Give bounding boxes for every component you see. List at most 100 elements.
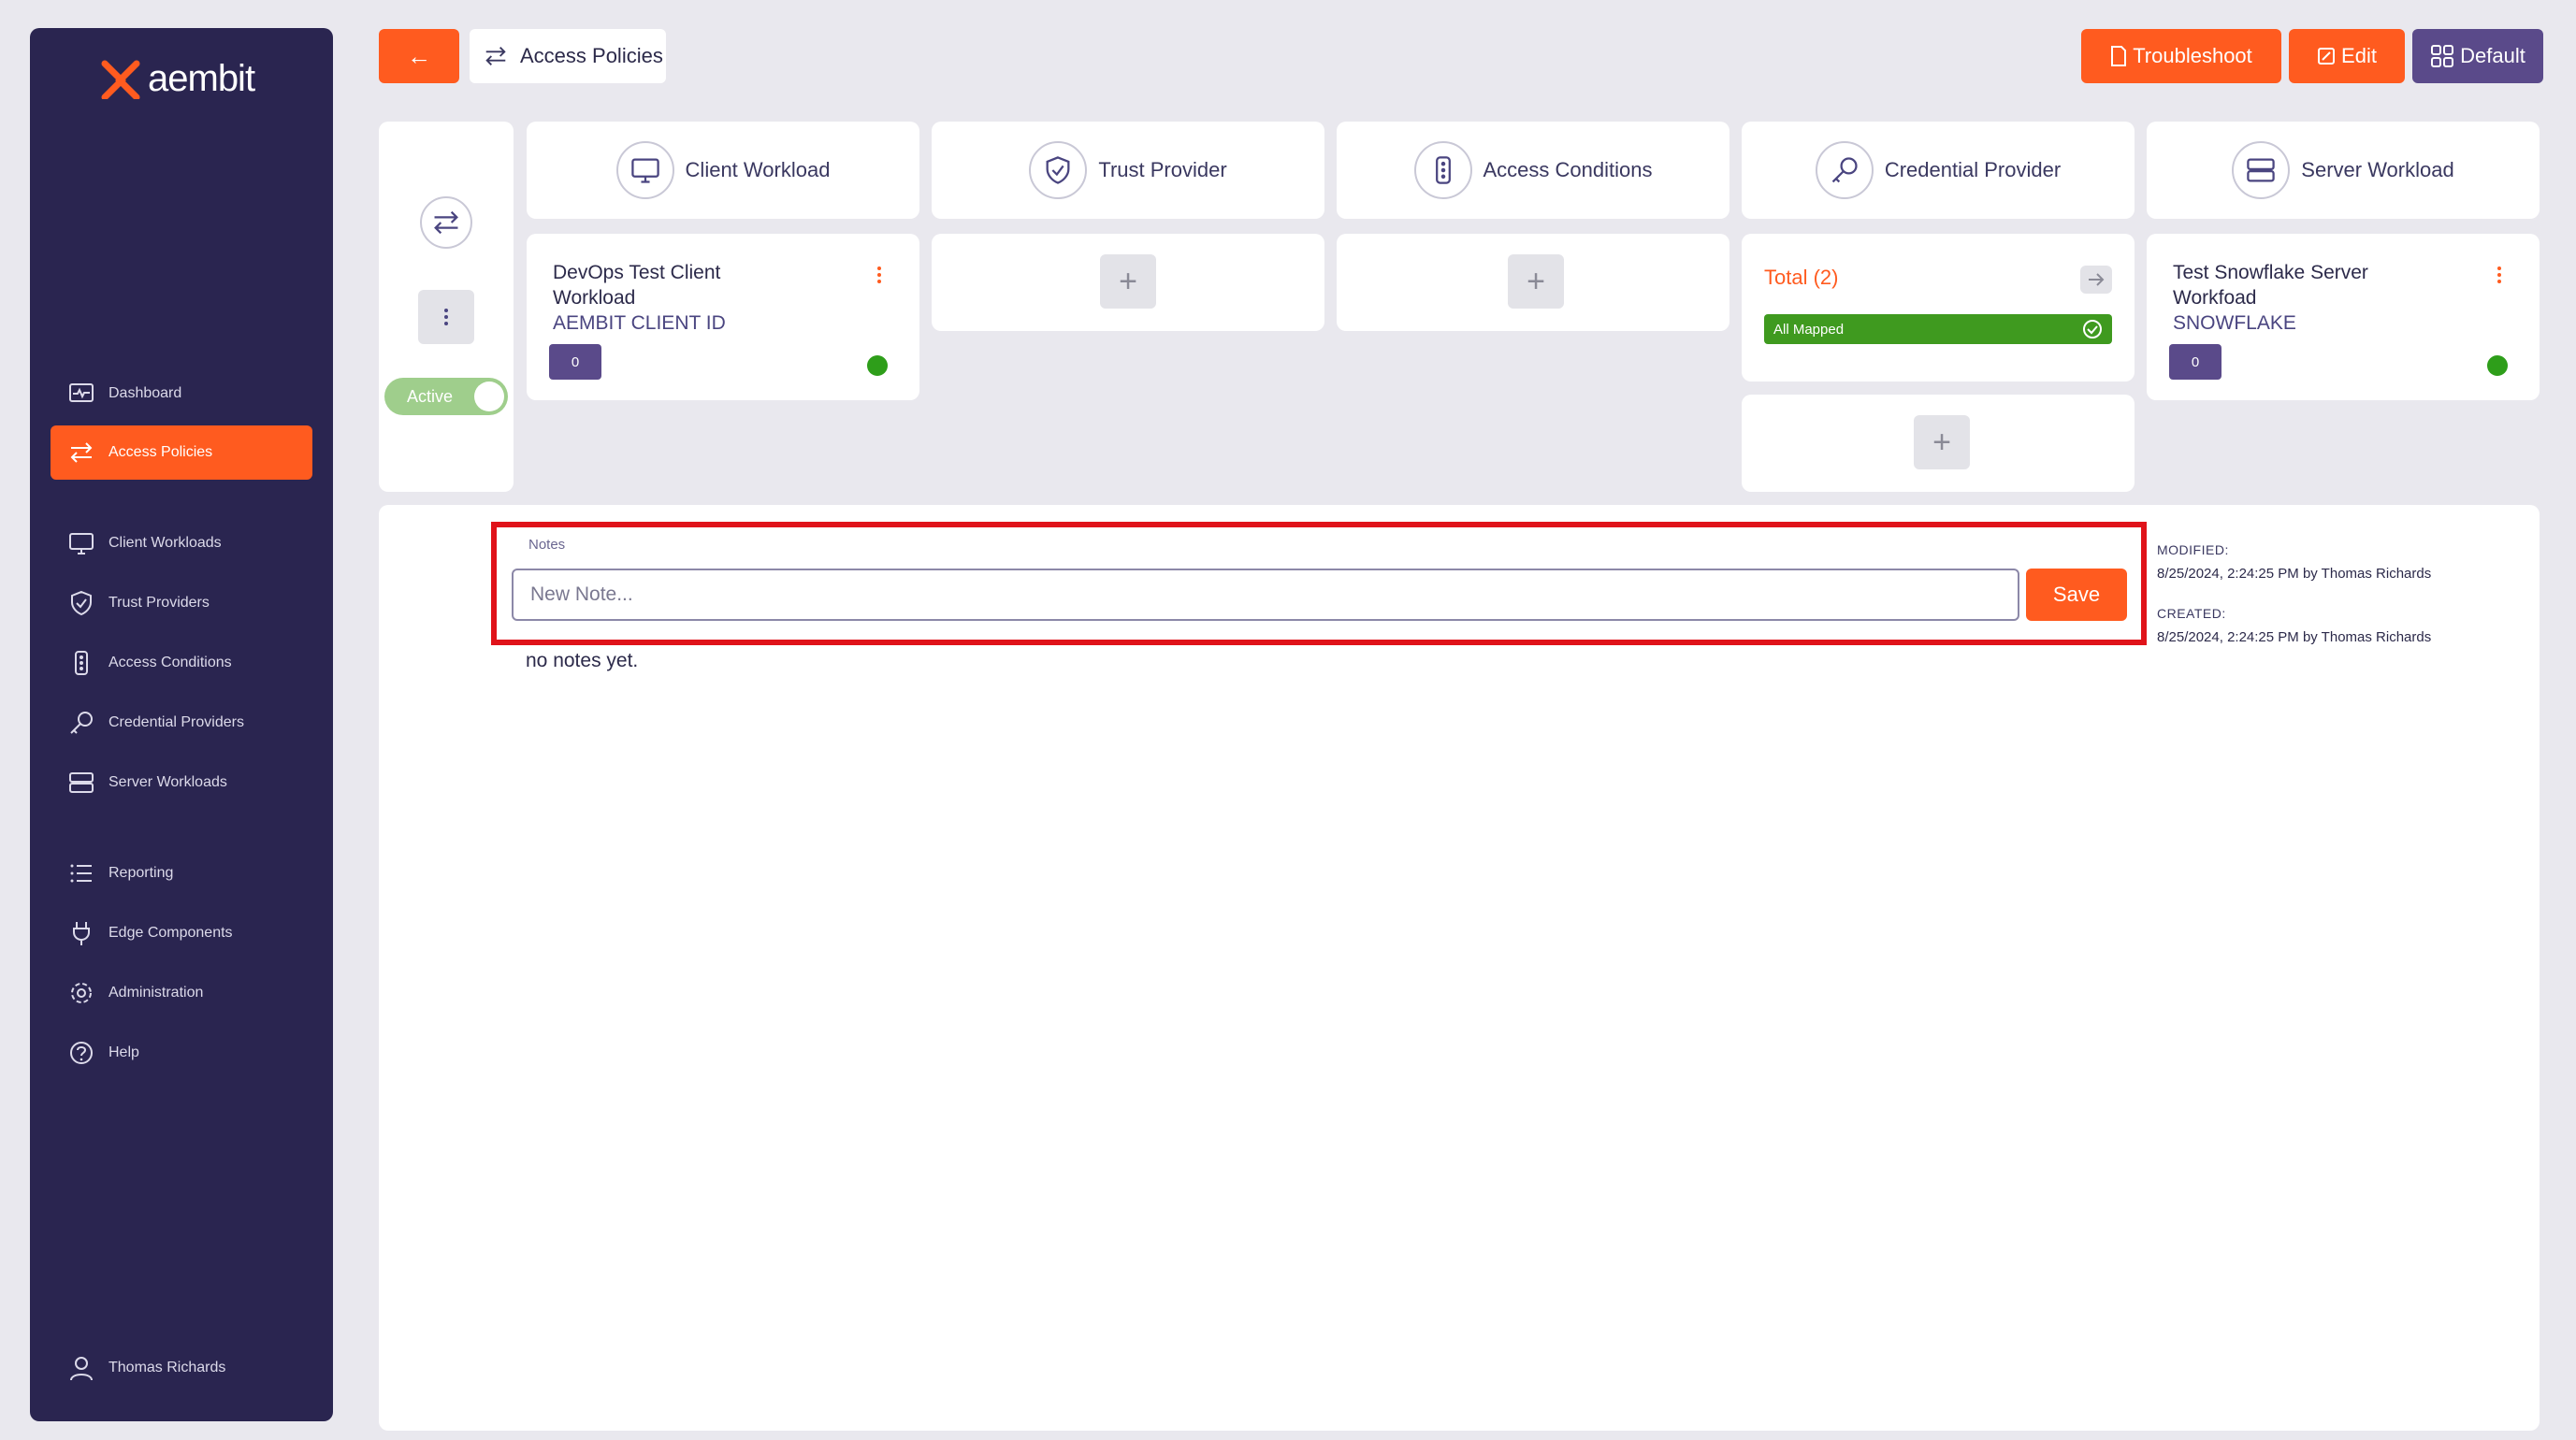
sidebar-item-label: Dashboard [109, 385, 182, 401]
default-label: Default [2460, 44, 2525, 67]
sidebar-item-server-workloads[interactable]: Server Workloads [51, 756, 312, 810]
client-workload-info: DevOps Test Client Workload AEMBIT CLIEN… [553, 260, 796, 336]
troubleshoot-button[interactable]: Troubleshoot [2081, 29, 2281, 83]
edit-icon [2318, 48, 2336, 65]
edit-label: Edit [2341, 44, 2377, 67]
sidebar-item-label: Credential Providers [109, 714, 244, 730]
swap-arrows-icon [485, 47, 506, 65]
edit-button[interactable]: Edit [2289, 29, 2405, 83]
policy-controls: Active [379, 122, 514, 492]
sidebar-item-label: Help [109, 1044, 139, 1060]
server-icon [2247, 158, 2276, 182]
back-button[interactable]: ← [379, 29, 459, 83]
user-name: Thomas Richards [109, 1360, 226, 1375]
server-workload-name: Test Snowflake Server Workfoad [2173, 262, 2368, 309]
server-icon [69, 772, 94, 793]
sidebar-item-label: Edge Components [109, 925, 233, 941]
client-workload-card[interactable]: DevOps Test Client Workload AEMBIT CLIEN… [527, 234, 919, 400]
shield-check-icon [71, 590, 92, 616]
sidebar-item-access-conditions[interactable]: Access Conditions [51, 636, 312, 690]
credential-provider-add-slot: + [1742, 395, 2135, 492]
more-vertical-icon [444, 309, 448, 325]
icon-circle [615, 141, 674, 199]
gear-icon [71, 983, 92, 1003]
icon-circle [2232, 141, 2291, 199]
status-dot [2487, 355, 2508, 376]
sidebar-item-label: Trust Providers [109, 595, 210, 611]
sidebar-item-label: Administration [109, 985, 204, 1001]
column-title: Client Workload [685, 158, 831, 181]
policy-menu-button[interactable] [418, 290, 474, 344]
traffic-light-icon [1435, 156, 1451, 184]
credential-open-button[interactable] [2080, 266, 2112, 294]
swap-arrows-icon [70, 442, 93, 463]
breadcrumb-label: Access Policies [520, 44, 663, 67]
column-title: Server Workload [2301, 158, 2454, 181]
shield-check-icon [1046, 156, 1070, 184]
mapping-status-label: All Mapped [1773, 321, 1845, 338]
swap-arrows-icon [434, 210, 458, 235]
sidebar-item-administration[interactable]: Administration [51, 966, 312, 1020]
notes-label: Notes [528, 537, 566, 553]
sidebar-item-label: Reporting [109, 865, 174, 881]
server-workload-card[interactable]: Test Snowflake Server Workfoad SNOWFLAKE… [2147, 234, 2540, 400]
help-circle-icon [70, 1042, 93, 1064]
sidebar-item-label: Client Workloads [109, 535, 222, 551]
no-notes-text: no notes yet. [526, 650, 639, 671]
key-icon [1831, 157, 1858, 183]
default-view-button[interactable]: Default [2412, 29, 2543, 83]
column-access-conditions: Access Conditions [1337, 122, 1729, 219]
dashboard-icon [69, 383, 94, 402]
modified-label: MODIFIED: [2157, 542, 2229, 557]
trust-provider-slot: + [932, 234, 1324, 331]
column-credential-provider: Credential Provider [1742, 122, 2135, 219]
more-vertical-icon[interactable] [876, 266, 882, 284]
key-icon [70, 712, 93, 734]
toggle-label: Active [407, 387, 454, 406]
client-workload-name: DevOps Test Client Workload [553, 262, 721, 309]
toggle-knob [474, 382, 504, 411]
new-note-input[interactable] [512, 569, 2019, 621]
mapping-status-bar: All Mapped [1764, 314, 2112, 344]
save-note-button[interactable]: Save [2026, 569, 2127, 621]
client-workload-type: AEMBIT CLIENT ID [553, 312, 726, 334]
column-trust-provider: Trust Provider [932, 122, 1324, 219]
monitor-icon [630, 158, 659, 183]
user-profile[interactable]: Thomas Richards [67, 1354, 225, 1382]
arrow-left-icon: ← [407, 41, 431, 70]
sidebar-item-dashboard[interactable]: Dashboard [51, 367, 312, 421]
breadcrumb[interactable]: Access Policies [470, 29, 666, 83]
user-icon [70, 1357, 93, 1381]
add-credential-provider-button[interactable]: + [1914, 415, 1970, 469]
client-count-badge: 0 [549, 344, 601, 380]
created-value: 8/25/2024, 2:24:25 PM by Thomas Richards [2157, 629, 2432, 645]
aembit-logo[interactable]: aembit [101, 58, 255, 100]
monitor-icon [69, 533, 94, 554]
column-client-workload: Client Workload [527, 122, 919, 219]
sidebar-item-credential-providers[interactable]: Credential Providers [51, 696, 312, 750]
icon-circle [1413, 141, 1472, 199]
modified-value: 8/25/2024, 2:24:25 PM by Thomas Richards [2157, 566, 2432, 582]
sidebar-item-edge-components[interactable]: Edge Components [51, 906, 312, 960]
sidebar-item-client-workloads[interactable]: Client Workloads [51, 516, 312, 570]
traffic-light-icon [75, 651, 88, 675]
sidebar-item-access-policies[interactable]: Access Policies [51, 425, 312, 480]
document-icon [2111, 46, 2127, 66]
add-trust-provider-button[interactable]: + [1100, 254, 1156, 309]
add-access-condition-button[interactable]: + [1508, 254, 1564, 309]
sidebar-item-help[interactable]: Help [51, 1026, 312, 1080]
plug-icon [73, 922, 90, 945]
column-title: Trust Provider [1098, 158, 1227, 181]
server-count-badge: 0 [2169, 344, 2221, 380]
credential-provider-card[interactable]: Total (2) All Mapped [1742, 234, 2135, 382]
sidebar-item-label: Access Policies [109, 444, 213, 460]
sidebar-item-trust-providers[interactable]: Trust Providers [51, 576, 312, 630]
sidebar-item-reporting[interactable]: Reporting [51, 846, 312, 900]
column-title: Credential Provider [1884, 158, 2062, 181]
more-vertical-icon[interactable] [2496, 266, 2502, 284]
sidebar-item-label: Server Workloads [109, 774, 227, 790]
active-toggle[interactable]: Active [384, 378, 508, 415]
troubleshoot-label: Troubleshoot [2133, 44, 2252, 67]
credential-total: Total (2) [1764, 266, 1839, 289]
icon-circle [1029, 141, 1088, 199]
